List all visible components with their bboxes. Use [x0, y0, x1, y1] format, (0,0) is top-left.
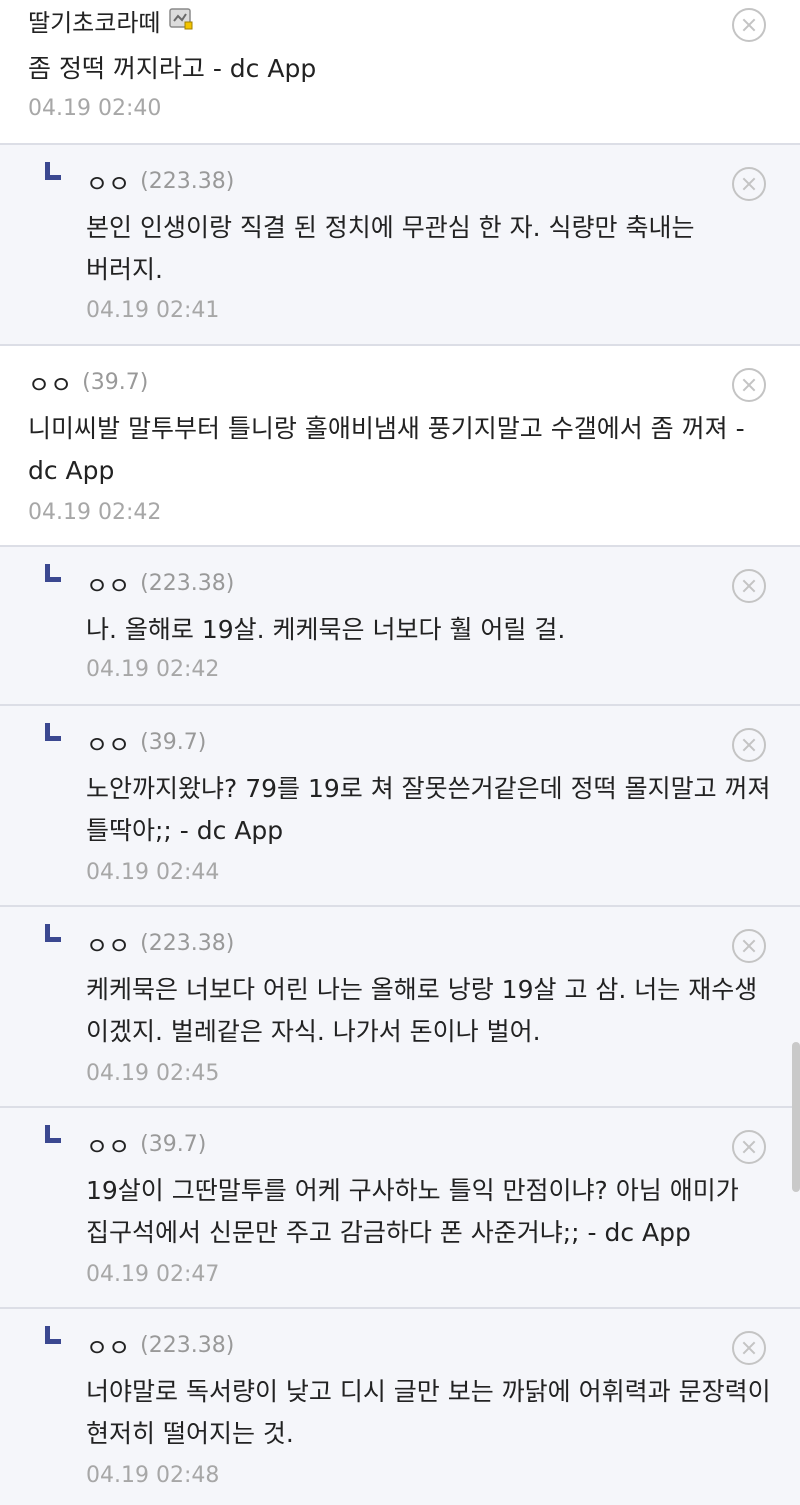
comment-text: 노안까지왔냐? 79를 19로 쳐 잘못쓴거같은데 정떡 몰지말고 꺼져 틀딱아… — [86, 774, 771, 845]
comment-nickname[interactable]: ㅇㅇ — [86, 164, 130, 199]
delete-comment-icon[interactable] — [732, 167, 766, 201]
comment-time: 04.19 02:45 — [86, 1061, 220, 1086]
delete-comment-icon[interactable] — [732, 728, 766, 762]
comment-time: 04.19 02:42 — [86, 657, 220, 682]
comment-time: 04.19 02:47 — [86, 1262, 220, 1287]
comment-nickname[interactable]: ㅇㅇ — [86, 926, 130, 961]
comment-ip: (223.38) — [140, 168, 235, 194]
comment-nickname[interactable]: 딸기초코라떼 — [28, 3, 160, 38]
scrollbar[interactable] — [792, 1042, 800, 1192]
delete-comment-icon[interactable] — [732, 1130, 766, 1164]
delete-comment-icon[interactable] — [732, 929, 766, 963]
comment-text: 케케묵은 너보다 어린 나는 올해로 낭랑 19살 고 삼. 너는 재수생 이겠… — [86, 975, 758, 1046]
comment-item: ㅇㅇ (39.7) 니미씨발 말투부터 틀니랑 홀애비냄새 풍기지말고 수갤에서… — [0, 346, 800, 547]
reply-arrow-icon — [45, 564, 61, 584]
comment-text: 본인 인생이랑 직결 된 정치에 무관심 한 자. 식량만 축내는 버러지. — [86, 213, 695, 284]
comment-ip: (39.7) — [140, 1131, 207, 1157]
comment-time: 04.19 02:48 — [86, 1463, 220, 1488]
comment-text: 너야말로 독서량이 낮고 디시 글만 보는 까닭에 어휘력과 문장력이 현저히 … — [86, 1377, 771, 1448]
comment-reply-item: ㅇㅇ (223.38) 나. 올해로 19살. 케케묵은 너보다 훨 어릴 걸.… — [0, 547, 800, 706]
comment-item: 딸기초코라떼 좀 정떡 꺼지라고 - dc App 04.19 02:40 — [0, 0, 800, 145]
comment-nickname[interactable]: ㅇㅇ — [86, 566, 130, 601]
comment-text: 좀 정떡 꺼지라고 - dc App — [28, 54, 317, 83]
reply-arrow-icon — [45, 162, 61, 182]
comment-time: 04.19 02:42 — [28, 500, 162, 525]
comment-nickname[interactable]: ㅇㅇ — [86, 1127, 130, 1162]
reply-arrow-icon — [45, 1125, 61, 1145]
comment-reply-item: ㅇㅇ (223.38) 케케묵은 너보다 어린 나는 올해로 낭랑 19살 고 … — [0, 907, 800, 1108]
reply-arrow-icon — [45, 723, 61, 743]
comment-nickname[interactable]: ㅇㅇ — [86, 725, 130, 760]
reply-arrow-icon — [45, 924, 61, 944]
comment-ip: (39.7) — [82, 369, 149, 395]
delete-comment-icon[interactable] — [732, 569, 766, 603]
comment-ip: (39.7) — [140, 729, 207, 755]
comment-text: 19살이 그딴말투를 어케 구사하노 틀익 만점이냐? 아님 애미가 집구석에서… — [86, 1176, 739, 1247]
delete-comment-icon[interactable] — [732, 1331, 766, 1365]
comment-ip: (223.38) — [140, 1332, 235, 1358]
comment-reply-item: ㅇㅇ (223.38) 너야말로 독서량이 낮고 디시 글만 보는 까닭에 어휘… — [0, 1309, 800, 1505]
comment-nickname[interactable]: ㅇㅇ — [86, 1328, 130, 1363]
delete-comment-icon[interactable] — [732, 8, 766, 42]
comment-time: 04.19 02:40 — [28, 96, 162, 121]
comment-ip: (223.38) — [140, 570, 235, 596]
comment-reply-item: ㅇㅇ (39.7) 노안까지왔냐? 79를 19로 쳐 잘못쓴거같은데 정떡 몰… — [0, 706, 800, 907]
comment-time: 04.19 02:44 — [86, 860, 220, 885]
reply-arrow-icon — [45, 1326, 61, 1346]
gallery-nickname-icon — [168, 6, 196, 34]
comment-reply-item: ㅇㅇ (223.38) 본인 인생이랑 직결 된 정치에 무관심 한 자. 식량… — [0, 145, 800, 346]
comment-ip: (223.38) — [140, 930, 235, 956]
comment-nickname[interactable]: ㅇㅇ — [28, 365, 72, 400]
delete-comment-icon[interactable] — [732, 368, 766, 402]
comment-time: 04.19 02:41 — [86, 298, 220, 323]
comment-text: 나. 올해로 19살. 케케묵은 너보다 훨 어릴 걸. — [86, 615, 566, 644]
comment-text: 니미씨발 말투부터 틀니랑 홀애비냄새 풍기지말고 수갤에서 좀 꺼져 - dc… — [28, 414, 745, 485]
comment-reply-item: ㅇㅇ (39.7) 19살이 그딴말투를 어케 구사하노 틀익 만점이냐? 아님… — [0, 1108, 800, 1309]
